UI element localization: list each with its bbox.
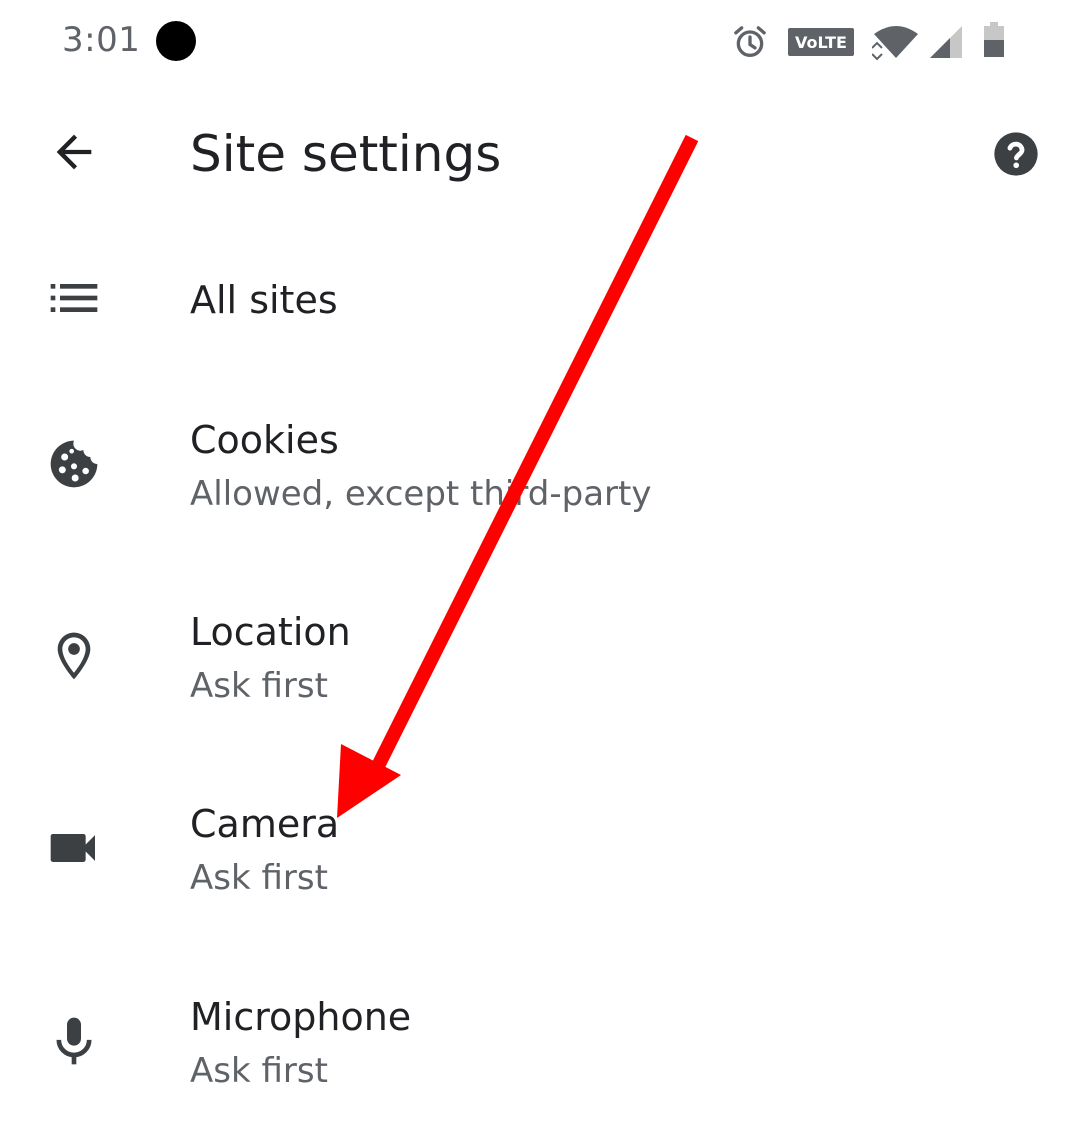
- battery-icon: [982, 22, 1006, 62]
- list-item-camera[interactable]: Camera Ask first: [0, 782, 1080, 942]
- wifi-icon: [871, 24, 920, 66]
- status-icons: VoLTE: [730, 22, 1020, 62]
- list-item-title: All sites: [190, 278, 338, 322]
- list-item-title: Microphone: [190, 995, 412, 1039]
- list-item-location[interactable]: Location Ask first: [0, 590, 1080, 750]
- cookie-icon: [40, 430, 108, 498]
- list-item-all-sites[interactable]: All sites: [0, 240, 1080, 360]
- list-item-microphone[interactable]: Microphone Ask first: [0, 975, 1080, 1125]
- list-item-subtitle: Ask first: [190, 666, 328, 706]
- volte-label: VoLTE: [795, 33, 847, 52]
- videocam-icon: [40, 814, 108, 882]
- list-item-subtitle: Ask first: [190, 858, 328, 898]
- help-button[interactable]: [990, 128, 1042, 180]
- list-icon: [40, 264, 108, 332]
- alarm-icon: [730, 22, 770, 66]
- list-item-title: Location: [190, 610, 351, 654]
- list-item-title: Cookies: [190, 418, 339, 462]
- mic-icon: [40, 1007, 108, 1075]
- location-pin-icon: [40, 622, 108, 690]
- camera-cutout: [156, 21, 196, 61]
- help-icon: [990, 132, 1042, 184]
- arrow-back-icon: [48, 126, 100, 182]
- list-item-title: Camera: [190, 802, 340, 846]
- volte-icon: VoLTE: [788, 28, 854, 60]
- list-item-subtitle: Ask first: [190, 1051, 328, 1091]
- status-bar: 3:01 VoLTE: [0, 0, 1080, 86]
- page-title: Site settings: [190, 125, 502, 183]
- list-item-subtitle: Allowed, except third-party: [190, 474, 652, 514]
- status-time: 3:01: [62, 20, 141, 60]
- back-button[interactable]: [42, 122, 106, 186]
- app-bar: Site settings: [0, 100, 1080, 210]
- cell-signal-icon: [928, 24, 966, 64]
- list-item-cookies[interactable]: Cookies Allowed, except third-party: [0, 400, 1080, 560]
